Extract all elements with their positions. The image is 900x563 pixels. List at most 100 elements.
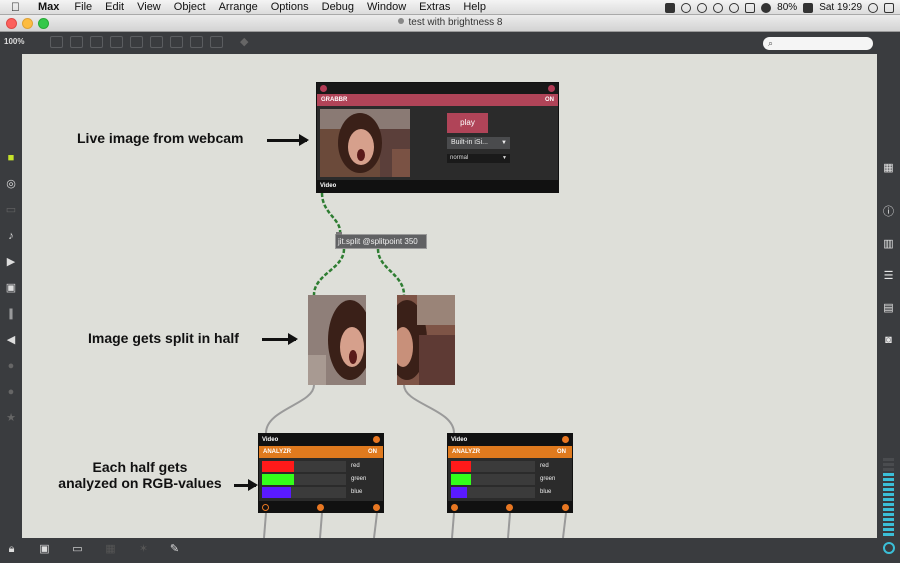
grabber-module[interactable]: GRABBR ON play Built-in iSi... ▼ normal … [316,82,559,193]
device-menu[interactable]: Built-in iSi... ▼ [447,137,510,149]
analyzer-on-toggle[interactable]: ON [368,446,377,458]
menu-help[interactable]: Help [463,0,486,15]
arrow-icon [267,134,309,146]
outlet-icon[interactable] [506,504,513,511]
comment-analyzed-line2: analyzed on RGB-values [58,475,222,491]
video-cable-right[interactable] [376,248,406,296]
outlet-icon[interactable] [373,504,380,511]
grid-icon[interactable]: ▦ [104,543,117,556]
film-icon[interactable]: ▭ [5,204,17,216]
mode-menu[interactable]: normal ▼ [447,154,510,163]
play-button[interactable]: play [447,113,488,133]
add-object-icon[interactable] [210,36,223,48]
menu-object[interactable]: Object [174,0,206,15]
menu-edit[interactable]: Edit [105,0,124,15]
split-object[interactable]: jit.split @splitpoint 350 [335,232,427,249]
spotlight-icon[interactable] [868,2,878,13]
dropbox-icon[interactable] [665,2,676,13]
clip-icon[interactable]: ∥ [5,308,17,320]
message-box-icon[interactable] [70,36,83,48]
analyzer-input-label: Video [451,437,468,443]
search-icon: ⌕ [768,38,774,48]
grabber-on-toggle[interactable]: ON [545,94,554,106]
comment-icon[interactable] [90,36,103,48]
analyzer-inlet[interactable] [373,436,380,443]
menu-options[interactable]: Options [271,0,309,15]
meter-label: blue [540,489,552,495]
outlet-icon[interactable] [262,504,269,511]
menu-app[interactable]: Max [38,0,59,15]
analyzer-module-left[interactable]: Video ANALYZR ON red green blue [258,433,384,513]
search-input[interactable]: ⌕ [763,37,873,50]
wifi-icon[interactable] [729,2,740,13]
dial-icon[interactable] [190,36,203,48]
analyzer-module-right[interactable]: Video ANALYZR ON red green blue [447,433,573,513]
button-object-icon[interactable] [110,36,123,48]
lock-icon[interactable]: 🔒︎ [5,543,18,556]
image-icon[interactable]: ▣ [5,282,17,294]
battery-icon[interactable] [803,2,814,13]
outlet-icon[interactable] [562,504,569,511]
apple-menu-icon[interactable]:  [11,0,20,15]
wrench-icon[interactable]: ✎ [168,543,181,556]
clock[interactable]: Sat 19:29 [819,2,862,13]
note-icon[interactable]: ♪ [5,230,17,242]
time-machine-icon[interactable] [697,2,708,13]
list-icon[interactable]: ☰ [882,270,895,283]
history-icon[interactable] [713,2,724,13]
grabber-inlet[interactable] [320,85,327,92]
plug-icon[interactable]: ◀ [5,334,17,346]
star-icon[interactable]: ★ [5,412,17,424]
volume-icon[interactable] [761,2,772,13]
battery-level[interactable]: 80% [777,2,797,13]
arrow-icon [234,479,258,491]
outlet-icon[interactable] [317,504,324,511]
circle-icon[interactable]: ● [5,360,17,372]
sync-icon[interactable] [681,2,692,13]
comment-analyzed[interactable]: Each half gets analyzed on RGB-values [50,459,230,491]
cable-right-analyzer[interactable] [403,384,455,434]
toggle-object-icon[interactable] [130,36,143,48]
patcher-canvas[interactable]: Live image from webcam Image gets split … [22,54,877,538]
play-step-icon[interactable]: ▶ [5,256,17,268]
book-icon[interactable]: ▥ [882,238,895,251]
analyzer-outlets [259,501,383,513]
reference-icon[interactable]: ▤ [882,302,895,315]
menu-arrange[interactable]: Arrange [219,0,258,15]
grid-icon[interactable]: ▦ [882,162,895,175]
menu-file[interactable]: File [74,0,92,15]
analyzer-inlet[interactable] [562,436,569,443]
comment-split[interactable]: Image gets split in half [88,330,239,346]
menu-extras[interactable]: Extras [419,0,450,15]
cube-icon[interactable]: ■ [5,152,17,164]
wand-icon[interactable]: ✶ [137,543,150,556]
object-box-icon[interactable] [50,36,63,48]
dsp-power-icon[interactable] [883,542,895,554]
video-cable[interactable] [320,192,342,235]
number-box-icon[interactable] [150,36,163,48]
comment-live-image[interactable]: Live image from webcam [77,130,244,146]
grabber-inlet-2[interactable] [548,85,555,92]
zoom-menu[interactable]: 100% [4,37,24,46]
target-icon[interactable]: ◎ [5,178,17,190]
screen-icon[interactable]: ▭ [71,543,84,556]
paint-bucket-icon[interactable]: ◆ [240,36,253,48]
video-cable-left[interactable] [312,248,346,296]
presentation-icon[interactable]: ▣ [38,543,51,556]
meter-blue: blue [451,487,570,498]
analyzer-on-toggle[interactable]: ON [557,446,566,458]
info-icon[interactable]: ⓘ [882,206,895,219]
cable-left-analyzer[interactable] [265,384,315,434]
camera-icon[interactable]: ◙ [882,334,895,347]
slider-icon[interactable] [170,36,183,48]
menu-debug[interactable]: Debug [322,0,354,15]
notification-center-icon[interactable] [884,2,894,13]
mode-menu-label: normal [450,155,469,161]
analyzer-input-label: Video [262,437,279,443]
outlet-icon[interactable] [451,504,458,511]
right-half-preview [397,295,455,385]
bluetooth-icon[interactable] [745,2,756,13]
moon-icon[interactable]: ● [5,386,17,398]
menu-view[interactable]: View [137,0,161,15]
menu-window[interactable]: Window [367,0,406,15]
